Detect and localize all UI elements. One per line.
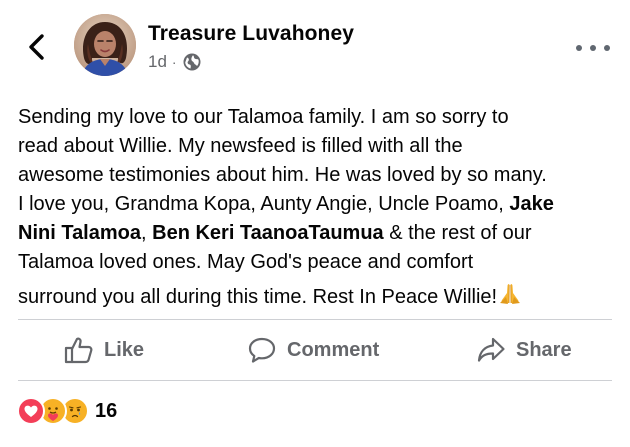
comment-label: Comment	[287, 338, 380, 361]
comment-icon	[248, 337, 276, 363]
mention-jake-nini-talamoa[interactable]: Jake	[509, 193, 554, 215]
comment-button[interactable]: Comment	[247, 322, 379, 378]
mention-ben-keri-taanoataumua[interactable]: Ben Keri TaanoaTaumua	[152, 222, 384, 244]
post-text-segment: surround you all during this time. Rest …	[18, 286, 498, 308]
post-text-line: surround you all during this time. Rest …	[18, 281, 618, 312]
post-text-line: Talamoa loved ones. May God's peace and …	[18, 251, 474, 273]
post-text: Sending my love to our Talamoa family. I…	[18, 103, 618, 312]
post-text-line: Sending my love to our Talamoa family. I…	[18, 106, 509, 128]
thumbs-up-icon	[64, 337, 93, 364]
post-text-line: awesome testimonies about him. He was lo…	[18, 164, 547, 186]
post-text-segment: ,	[141, 222, 153, 244]
like-label: Like	[104, 338, 145, 361]
more-horizontal-icon	[576, 45, 582, 51]
post-text-line: I love you, Grandma Kopa, Aunty Angie, U…	[18, 190, 618, 219]
more-horizontal-icon	[590, 45, 596, 51]
more-options-button[interactable]	[576, 38, 610, 58]
author-avatar[interactable]	[74, 14, 136, 76]
post-text-line: Nini Talamoa, Ben Keri TaanoaTaumua & th…	[18, 219, 618, 248]
reactions-summary[interactable]: 16	[17, 397, 118, 425]
reaction-count: 16	[95, 399, 118, 422]
divider-bottom	[18, 380, 612, 381]
meta-separator: ·	[171, 54, 177, 70]
share-label: Share	[516, 338, 572, 361]
post-text-segment: I love you, Grandma Kopa, Aunty Angie, U…	[18, 193, 510, 215]
author-name[interactable]: Treasure Luvahoney	[148, 22, 354, 46]
share-button[interactable]: Share	[476, 322, 572, 378]
avatar-photo	[74, 14, 136, 76]
post-header: Treasure Luvahoney 1d ·	[0, 0, 630, 92]
praying-hands-emoji	[500, 284, 521, 304]
timestamp[interactable]: 1d	[148, 52, 167, 72]
post-text-line: read about Willie. My newsfeed is filled…	[18, 135, 463, 157]
love-reaction-icon	[17, 397, 45, 425]
divider-top	[18, 319, 612, 320]
share-icon	[477, 337, 505, 362]
back-button[interactable]	[22, 31, 50, 63]
more-horizontal-icon	[604, 45, 610, 51]
action-bar: Like Comment Share	[0, 322, 630, 378]
post-text-segment: & the rest of our	[383, 222, 532, 244]
like-button[interactable]: Like	[64, 322, 144, 378]
chevron-left-icon	[29, 34, 44, 60]
post-meta: 1d ·	[148, 52, 202, 72]
globe-icon	[183, 53, 201, 71]
mention-jake-nini-talamoa[interactable]: Nini Talamoa	[18, 222, 141, 244]
